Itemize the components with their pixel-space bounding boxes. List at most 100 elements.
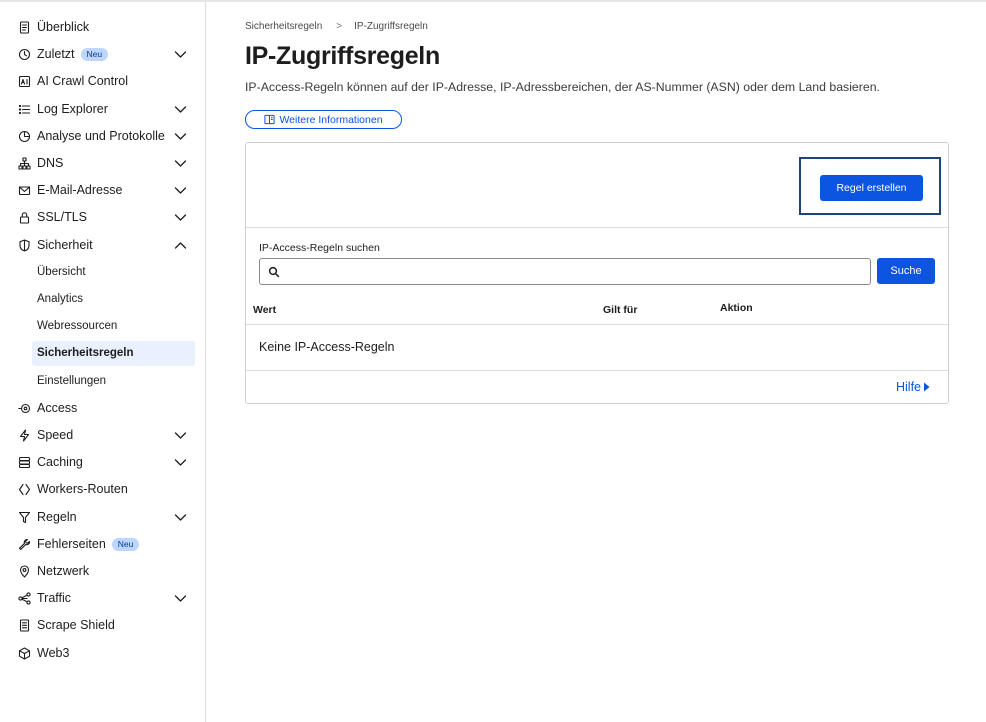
sidebar-item-label: Netzwerk <box>37 564 90 578</box>
sidebar-item-label: Sicherheit <box>37 237 93 252</box>
sidebar-item-scrape-shield[interactable]: Scrape Shield <box>0 612 206 639</box>
sidebar-item-label: Caching <box>37 455 83 470</box>
sidebar-item-label: Regeln <box>37 509 77 524</box>
page-title: IP-Zugriffsregeln <box>245 42 440 70</box>
sidebar-item-dns[interactable]: DNS <box>0 150 206 177</box>
sidebar-subitem-label: Webressourcen <box>37 320 118 333</box>
sidebar-item-traffic[interactable]: Traffic <box>0 585 206 612</box>
sidebar-item-label: SSL/TLS <box>37 210 88 225</box>
sidebar-subitem-sicherheitsregeln[interactable]: Sicherheitsregeln <box>0 341 206 367</box>
sidebar-item-sicherheit[interactable]: Sicherheit <box>0 232 206 259</box>
sidebar-item-label: Traffic <box>37 591 72 606</box>
sidebar-item-label: Speed <box>37 428 74 442</box>
sidebar-item-workers-routen[interactable]: Workers-Routen <box>0 476 206 503</box>
chevron-down-icon[interactable] <box>174 49 187 60</box>
sidebar-item-access[interactable]: Access <box>0 395 206 422</box>
sidebar-subitem-label: Analytics <box>37 293 84 305</box>
sidebar-item-fehlerseiten[interactable]: Fehlerseiten Neu <box>0 531 206 558</box>
table-header-divider <box>246 324 948 325</box>
search-icon <box>268 266 280 278</box>
help-link[interactable]: Hilfe <box>896 380 930 394</box>
access-icon <box>18 402 31 415</box>
sidebar-item-netzwerk[interactable]: Netzwerk <box>0 558 206 585</box>
sidebar-item-label: Web3 <box>37 645 70 660</box>
caret-right-icon <box>923 382 930 392</box>
more-info-button[interactable]: Weitere Informationen <box>245 110 402 129</box>
sidebar-subitem-analytics[interactable]: Analytics <box>0 287 206 312</box>
divider <box>246 227 948 228</box>
ai-icon <box>18 75 31 88</box>
search-label: IP-Access-Regeln suchen <box>259 242 380 254</box>
sidebar-item-label: Access <box>37 400 78 415</box>
sidebar-item-label: Log Explorer <box>37 101 108 116</box>
sidebar-item-web3[interactable]: Web3 <box>0 640 206 667</box>
sidebar-item-label: Überblick <box>37 20 90 34</box>
sidebar: Überblick Zuletzt Neu AI Crawl Control Log E… <box>0 2 206 722</box>
table-footer-divider <box>246 370 948 371</box>
sidebar-item-zuletzt[interactable]: Zuletzt Neu <box>0 41 206 68</box>
sidebar-item-ssl-tls[interactable]: SSL/TLS <box>0 204 206 231</box>
sidebar-subitem-webressourcen[interactable]: Webressourcen <box>0 314 206 339</box>
sidebar-item-label: DNS <box>37 156 64 170</box>
search-field[interactable] <box>259 258 871 285</box>
search-input[interactable] <box>286 262 866 281</box>
breadcrumb-parent-link[interactable]: Sicherheitsregeln <box>245 21 322 32</box>
list-icon <box>18 103 31 116</box>
sidebar-subitem-label: Sicherheitsregeln <box>37 347 134 360</box>
breadcrumb-separator: > <box>336 21 343 32</box>
new-badge: Neu <box>111 537 140 551</box>
funnel-icon <box>18 511 31 524</box>
chevron-down-icon[interactable] <box>174 457 187 468</box>
chevron-down-icon[interactable] <box>174 104 187 115</box>
search-button[interactable]: Suche <box>877 258 935 284</box>
sidebar-item-speed[interactable]: Speed <box>0 422 206 449</box>
sidebar-subitem-uebersicht[interactable]: Übersicht <box>0 260 206 285</box>
chevron-up-icon[interactable] <box>174 240 187 251</box>
sidebar-item-label: Analyse und Protokolle <box>37 128 165 143</box>
sidebar-subitem-label: Einstellungen <box>37 374 107 387</box>
wrench-icon <box>18 538 31 551</box>
page-description: IP-Access-Regeln können auf der IP-Adres… <box>245 80 880 94</box>
help-link-label: Hilfe <box>896 380 922 394</box>
sidebar-item-label: Zuletzt Neu <box>37 47 109 62</box>
sidebar-item-analyse-und-protokolle[interactable]: Analyse und Protokolle <box>0 123 206 150</box>
sidebar-item-caching[interactable]: Caching <box>0 449 206 476</box>
location-pin-icon <box>18 565 31 578</box>
sidebar-item-label: Workers-Routen <box>37 482 128 497</box>
column-header-wert: Wert <box>253 304 277 316</box>
share-nodes-icon <box>18 592 31 605</box>
chevron-down-icon[interactable] <box>174 131 187 142</box>
empty-state-text: Keine IP-Access-Regeln <box>259 340 395 354</box>
network-tree-icon <box>18 157 31 170</box>
column-header-aktion: Aktion <box>720 302 753 314</box>
pie-chart-icon <box>18 130 31 143</box>
sidebar-item-label: Scrape Shield <box>37 618 115 633</box>
sidebar-item-label: AI Crawl Control <box>37 74 128 89</box>
breadcrumb: Sicherheitsregeln > IP-Zugriffsregeln <box>245 21 428 32</box>
chevron-down-icon[interactable] <box>174 185 187 196</box>
sidebar-item-label: Fehlerseiten Neu <box>37 537 140 551</box>
column-header-gilt-fuer: Gilt für <box>603 304 638 316</box>
lightning-icon <box>18 429 31 442</box>
more-info-label: Weitere Informationen <box>279 113 383 126</box>
chevron-down-icon[interactable] <box>174 593 187 604</box>
sidebar-item-ueberblick[interactable]: Überblick <box>0 14 206 41</box>
sidebar-item-ai-crawl-control[interactable]: AI Crawl Control <box>0 68 206 95</box>
chevron-down-icon[interactable] <box>174 512 187 523</box>
sidebar-subitem-einstellungen[interactable]: Einstellungen <box>0 369 206 394</box>
chevron-down-icon[interactable] <box>174 212 187 223</box>
sidebar-item-e-mail-adresse[interactable]: E-Mail-Adresse <box>0 177 206 204</box>
sidebar-item-regeln[interactable]: Regeln <box>0 504 206 531</box>
sidebar-item-log-explorer[interactable]: Log Explorer <box>0 96 206 123</box>
clock-icon <box>18 48 31 61</box>
workers-icon <box>18 483 31 496</box>
breadcrumb-current: IP-Zugriffsregeln <box>354 21 428 32</box>
chevron-down-icon[interactable] <box>174 158 187 169</box>
mail-icon <box>18 184 31 197</box>
book-open-icon <box>264 114 276 125</box>
ip-rules-panel: Regel erstellen IP-Access-Regeln suchen … <box>245 142 949 404</box>
sidebar-item-label: E-Mail-Adresse <box>37 183 123 198</box>
chevron-down-icon[interactable] <box>174 430 187 441</box>
page-icon <box>18 619 31 632</box>
create-rule-button[interactable]: Regel erstellen <box>820 175 923 201</box>
